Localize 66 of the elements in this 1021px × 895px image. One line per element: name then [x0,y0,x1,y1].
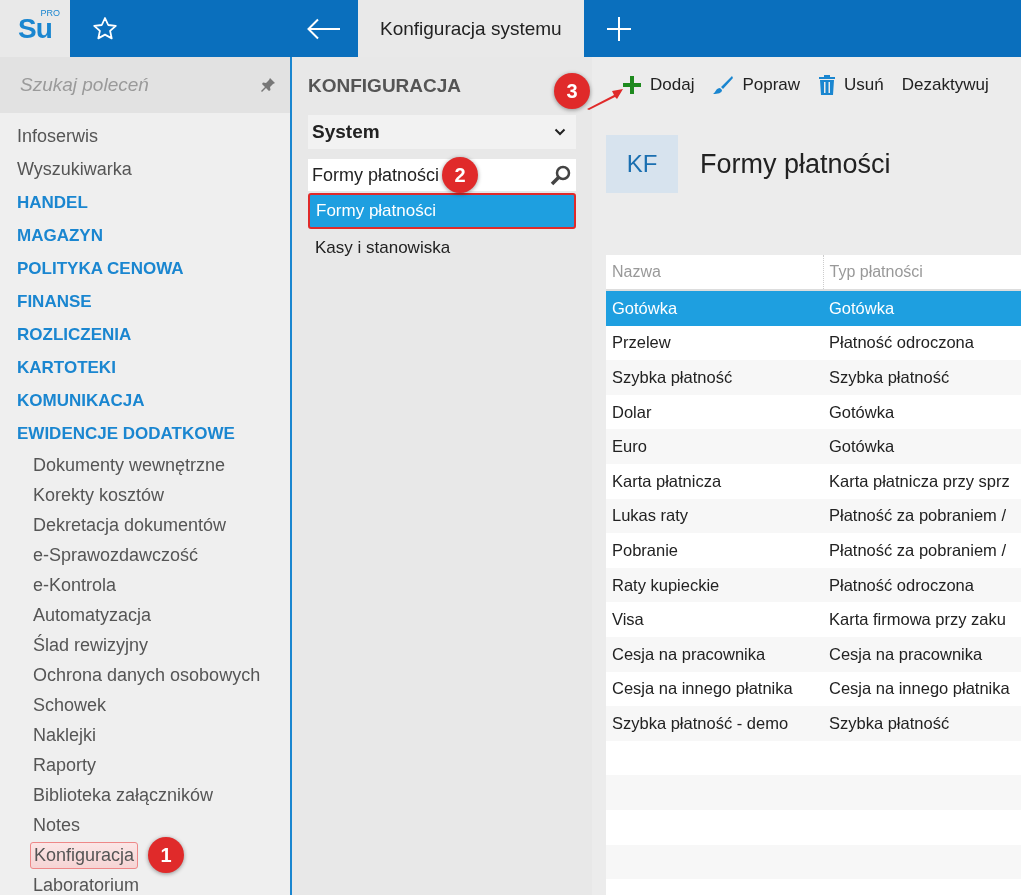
plus-icon [622,75,642,95]
tab[interactable]: Konfiguracja systemu [358,0,584,57]
table-cell[interactable]: Gotówka [823,394,1021,430]
menu-item[interactable]: Ochrona danych osobowych [30,662,264,688]
table-cell[interactable]: Visa [606,602,823,637]
table-cell[interactable]: Szybka płatność - demo [606,706,823,741]
menu-item[interactable]: Biblioteka załączników [30,782,217,808]
table-cell[interactable]: Cesja na pracownika [823,636,1021,672]
menu-item[interactable]: Notes [30,812,84,838]
command-search-field[interactable]: Szukaj poleceń [18,73,242,97]
table-cell[interactable]: Euro [606,429,823,464]
toolbar-button[interactable]: Usuń [818,74,884,96]
menu-item[interactable]: Dekretacja dokumentów [30,512,230,538]
table-cell[interactable]: Cesja na pracownika [606,636,823,672]
menu-item[interactable]: e-Kontrola [30,572,120,598]
panel-title: KONFIGURACJA [308,75,462,98]
table-cell[interactable]: Pobranie [606,533,823,568]
toolbar-button[interactable]: Dodaj [622,75,695,95]
menu-item[interactable]: Laboratorium [30,872,143,895]
table-cell[interactable]: Płatność odroczona [823,325,1021,361]
chevron-icon [554,128,566,136]
config-list-item[interactable]: Kasy i stanowiska [308,231,576,265]
star-icon[interactable] [92,15,118,42]
step-marker: 1 [148,837,185,873]
table-cell[interactable]: Cesja na innego płatnika [606,671,823,707]
pin-icon[interactable] [260,77,276,93]
menu-item[interactable]: Schowek [30,692,110,718]
menu-item[interactable]: Infoserwis [0,120,290,153]
section-tile: KF [606,135,678,193]
search-icon[interactable] [550,164,572,186]
table-cell[interactable]: Szybka płatność [823,360,1021,395]
table-cell[interactable]: Karta płatnicza [606,463,823,499]
table-cell[interactable]: Lukas raty [606,498,823,534]
table-cell[interactable]: Cesja na innego płatnika [823,671,1021,707]
menu-item[interactable]: e-Sprawozdawczość [30,542,202,568]
menu-item[interactable]: Wyszukiwarka [0,153,290,186]
page-title: Formy płatności [700,148,891,180]
menu-item[interactable]: Konfiguracja [30,841,139,869]
table-cell[interactable]: Karta firmowa przy zaku [823,602,1021,637]
toolbar-button[interactable]: Dezaktywuj [901,75,989,95]
menu-item[interactable]: Korekty kosztów [30,482,168,508]
command-search-bar[interactable]: Szukaj poleceń [0,57,290,113]
table-cell[interactable]: Karta płatnicza przy sprz [823,463,1021,499]
menu-item[interactable]: Dokumenty wewnętrzne [30,452,229,478]
plus-icon[interactable] [605,15,632,42]
category-dropdown[interactable]: System [308,115,576,149]
table-cell[interactable]: Dolar [606,394,823,430]
table-cell[interactable]: Szybka płatność [606,360,823,395]
pointer-arrow [586,87,624,111]
table-cell[interactable]: Płatność odroczona [823,567,1021,603]
brush-icon [712,75,735,95]
menu-item[interactable]: Raporty [30,752,100,778]
table-cell[interactable]: Szybka płatność [823,706,1021,741]
table-cell[interactable]: Płatność za pobraniem / [823,533,1021,568]
trash-icon [818,74,837,96]
table-cell[interactable]: Raty kupieckie [606,567,823,603]
step-marker: 2 [442,157,478,193]
table-cell[interactable]: Płatność za pobraniem / [823,498,1021,534]
toolbar-button[interactable]: Popraw [712,75,801,95]
table-cell[interactable]: Gotówka [823,429,1021,464]
menu-item[interactable]: Ślad rewizyjny [30,632,152,658]
back-arrow-icon[interactable] [307,17,341,40]
table-cell[interactable]: Przelew [606,325,823,361]
menu-item[interactable]: Naklejki [30,722,100,748]
search-field[interactable]: Formy płatności 2 [308,159,576,191]
menu-item[interactable]: Automatyzacja [30,602,155,628]
